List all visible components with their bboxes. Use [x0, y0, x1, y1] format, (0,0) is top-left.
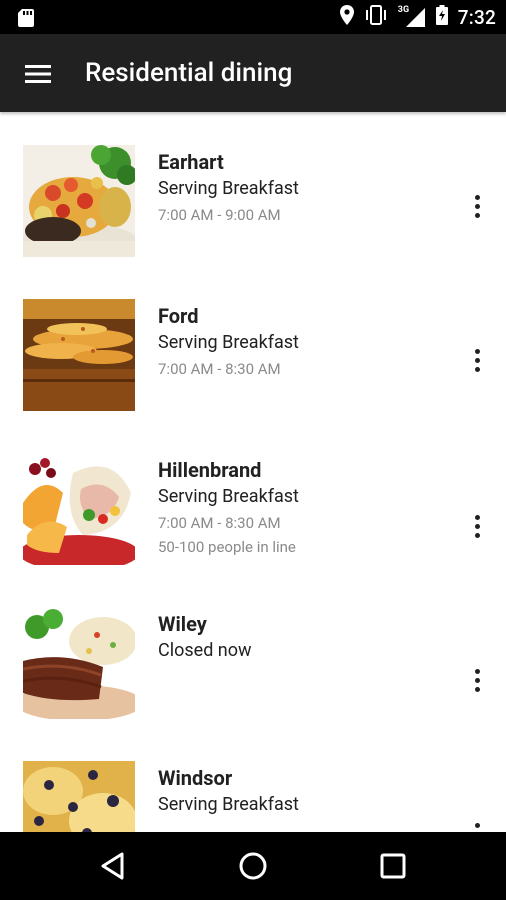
page-title: Residential dining [85, 58, 293, 88]
back-icon[interactable] [93, 846, 133, 886]
overflow-menu-icon[interactable] [463, 186, 491, 226]
food-thumbnail-image [23, 453, 135, 565]
list-item-text: Windsor Serving Breakfast [158, 765, 299, 819]
overflow-menu-icon[interactable] [463, 506, 491, 546]
dining-hours: 7:00 AM - 8:30 AM [158, 514, 281, 532]
dining-hall-name: Ford [158, 304, 199, 328]
dining-hall-name: Wiley [158, 612, 207, 636]
list-item-windsor[interactable]: Windsor Serving Breakfast [0, 728, 506, 832]
dining-status: Serving Breakfast [158, 486, 299, 507]
battery-icon [435, 5, 448, 29]
food-thumbnail-image [23, 607, 135, 719]
navigation-bar [0, 832, 506, 900]
food-thumbnail-image [23, 145, 135, 257]
sd-card-icon [18, 9, 34, 31]
list-item-wiley[interactable]: Wiley Closed now [0, 574, 506, 728]
dining-status: Closed now [158, 640, 252, 661]
signal-icon: 3G [398, 5, 426, 29]
list-item-text: Hillenbrand Serving Breakfast 7:00 AM - … [158, 457, 299, 559]
dining-hours: 7:00 AM - 9:00 AM [158, 206, 281, 224]
dining-hall-name: Hillenbrand [158, 458, 262, 482]
overflow-menu-icon[interactable] [463, 814, 491, 832]
dining-status: Serving Breakfast [158, 178, 299, 199]
hamburger-menu-icon[interactable] [18, 54, 58, 94]
overflow-menu-icon[interactable] [463, 660, 491, 700]
list-item-text: Wiley Closed now [158, 611, 252, 665]
dining-status: Serving Breakfast [158, 332, 299, 353]
dining-hall-name: Windsor [158, 766, 233, 790]
dining-hall-name: Earhart [158, 150, 224, 174]
status-bar: 3G 7:32 [0, 0, 506, 34]
app-bar: Residential dining [0, 34, 506, 112]
list-item-earhart[interactable]: Earhart Serving Breakfast 7:00 AM - 9:00… [0, 112, 506, 266]
recents-icon[interactable] [373, 846, 413, 886]
list-item-hillenbrand[interactable]: Hillenbrand Serving Breakfast 7:00 AM - … [0, 420, 506, 574]
vibrate-icon [364, 5, 388, 29]
home-icon[interactable] [233, 846, 273, 886]
list-item-text: Earhart Serving Breakfast 7:00 AM - 9:00… [158, 149, 299, 227]
food-thumbnail-image [23, 299, 135, 411]
list-item-ford[interactable]: Ford Serving Breakfast 7:00 AM - 8:30 AM [0, 266, 506, 420]
line-length: 50-100 people in line [158, 538, 296, 556]
status-time: 7:32 [457, 5, 496, 29]
food-thumbnail-image [23, 761, 135, 832]
dining-status: Serving Breakfast [158, 794, 299, 815]
dining-hours: 7:00 AM - 8:30 AM [158, 360, 281, 378]
overflow-menu-icon[interactable] [463, 340, 491, 380]
dining-hall-list: Earhart Serving Breakfast 7:00 AM - 9:00… [0, 112, 506, 832]
list-item-text: Ford Serving Breakfast 7:00 AM - 8:30 AM [158, 303, 299, 381]
location-icon [339, 5, 354, 29]
